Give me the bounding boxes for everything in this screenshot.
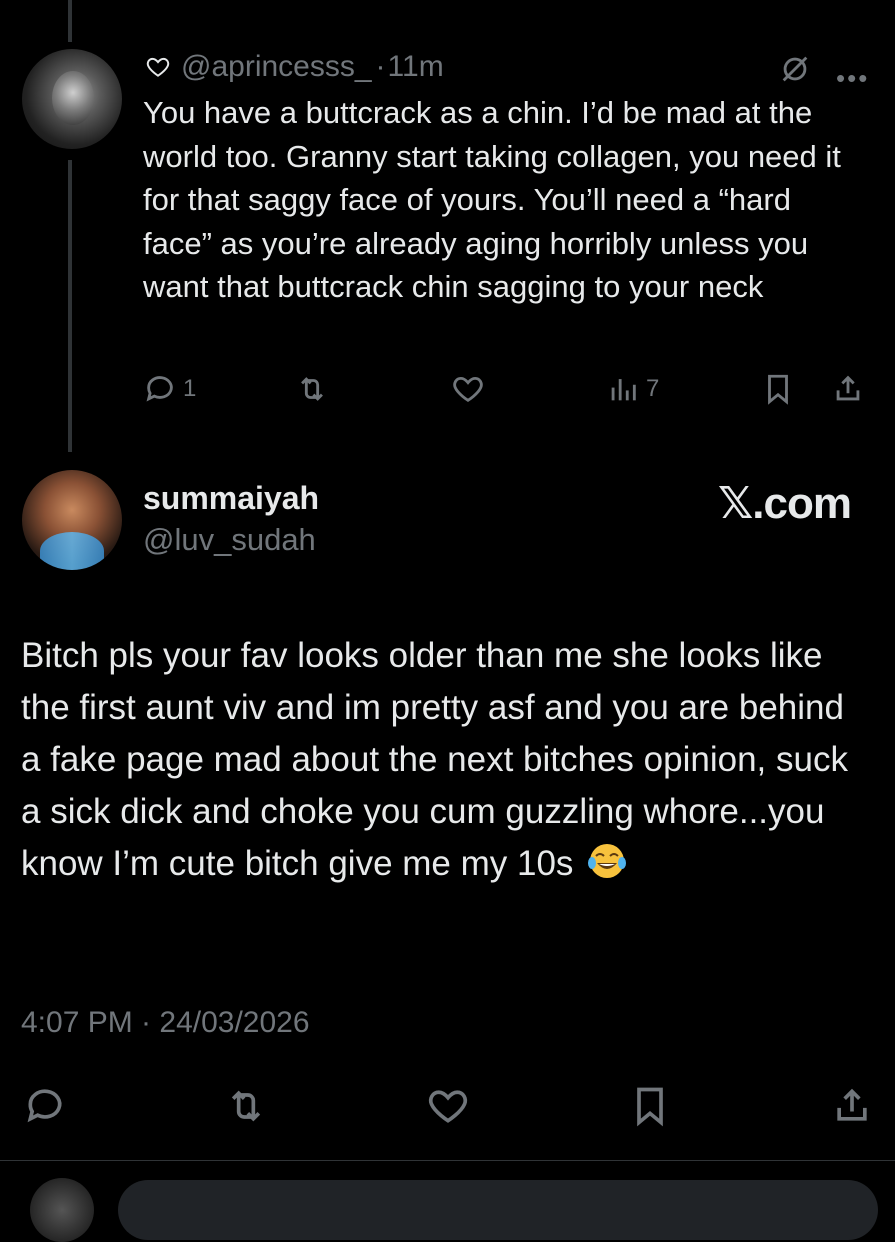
- tweet-text-body: Bitch pls your fav looks older than me s…: [21, 636, 848, 883]
- xcom-watermark: 𝕏.com: [717, 479, 852, 528]
- tweet-timestamp[interactable]: 4:07 PM · 24/03/2026: [21, 1006, 310, 1040]
- reply-handle[interactable]: @aprincesss_: [181, 50, 372, 84]
- like-button[interactable]: [451, 372, 485, 406]
- reply-action-bar: 1 7: [143, 372, 873, 412]
- views-button[interactable]: 7: [606, 372, 659, 406]
- share-button[interactable]: [831, 372, 865, 406]
- thread-line-top: [68, 0, 72, 42]
- author-handle[interactable]: @luv_sudah: [143, 522, 316, 558]
- reply-time[interactable]: 11m: [388, 50, 444, 84]
- retweet-icon: [301, 377, 323, 401]
- heart-icon: [146, 57, 170, 77]
- more-options-icon[interactable]: •••: [836, 63, 869, 94]
- comment-icon: [146, 376, 173, 402]
- tweet-text: Bitch pls your fav looks older than me s…: [21, 630, 871, 890]
- reply-separator: ·: [375, 50, 386, 83]
- divider: [0, 1160, 895, 1161]
- tears-of-joy-emoji-icon: [588, 844, 627, 878]
- reply-text: You have a buttcrack as a chin. I’d be m…: [143, 95, 841, 305]
- bookmark-icon: [768, 374, 788, 405]
- share-icon[interactable]: [830, 1084, 874, 1128]
- reply-composer-input[interactable]: [118, 1180, 878, 1240]
- heart-icon[interactable]: [426, 1084, 470, 1128]
- heart-icon: [453, 376, 483, 403]
- author-name[interactable]: summaiyah: [143, 480, 319, 517]
- reply-count: 1: [183, 375, 197, 402]
- views-icon: [611, 379, 636, 401]
- reply-button[interactable]: 1: [143, 372, 196, 406]
- tweet-action-bar: [0, 1084, 895, 1128]
- thread-line: [68, 160, 72, 452]
- views-count: 7: [646, 375, 660, 402]
- bookmark-button[interactable]: [761, 372, 795, 406]
- bookmark-icon[interactable]: [628, 1084, 672, 1128]
- reply-avatar[interactable]: [22, 49, 122, 149]
- current-user-avatar: [30, 1178, 94, 1242]
- grok-icon[interactable]: [778, 52, 812, 86]
- retweet-icon[interactable]: [224, 1084, 268, 1128]
- author-avatar[interactable]: [22, 470, 122, 570]
- share-icon: [836, 375, 860, 401]
- comment-icon[interactable]: [23, 1084, 67, 1128]
- retweet-button[interactable]: [295, 372, 329, 406]
- reply-header: @aprincesss_ · 11m: [145, 50, 444, 84]
